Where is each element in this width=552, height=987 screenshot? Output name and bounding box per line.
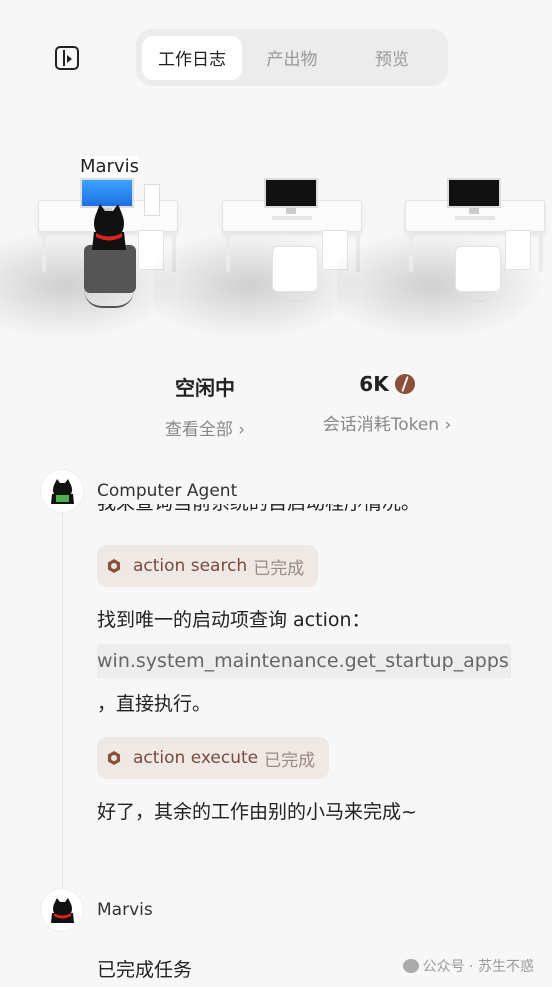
chevron-right-icon: › [238,420,246,440]
action-chip[interactable]: action search 已完成 [97,545,319,587]
action-hex-icon [107,751,121,765]
black-cat-laptop-icon [51,479,74,504]
timeline-line [62,505,63,905]
status-stat: 空闲中 查看全部 › [145,372,265,440]
tab-preview[interactable]: 预览 [342,36,442,80]
code-snippet: win.system_maintenance.get_startup_apps [97,644,511,678]
action-label: action search [133,556,248,576]
coffee-bean-icon [394,374,415,394]
stats-section: 空闲中 查看全部 › 6K 会话消耗Token › [0,372,552,442]
token-usage-link[interactable]: 会话消耗Token › [302,410,472,435]
chevron-right-icon: › [444,415,452,435]
message-text: 找到唯一的启动项查询 action： [97,609,371,631]
token-usage-label: 会话消耗Token [322,415,440,435]
tab-outputs[interactable]: 产出物 [242,36,342,80]
action-chip[interactable]: action execute 已完成 [97,737,330,779]
action-status: 已完成 [253,558,305,579]
avatar [40,888,84,932]
action-hex-icon [107,559,121,573]
monitor-icon [447,178,501,208]
status-value: 空闲中 [175,376,235,400]
action-status: 已完成 [264,750,316,771]
sender-name: Computer Agent [97,481,238,501]
message-text: 好了，其余的工作由别的小马来完成~ [97,801,417,823]
monitor-icon [264,178,318,208]
watermark: 公众号 · 苏生不惑 [402,956,534,976]
chair-icon [455,246,501,292]
black-cat-icon [51,898,74,923]
chair-icon [272,246,318,292]
chair-icon [84,245,136,293]
token-stat: 6K 会话消耗Token › [302,372,472,435]
message-text: ，直接执行。 [97,693,212,715]
sender-name: Marvis [97,900,153,920]
office-illustration: Marvis [0,140,552,360]
wechat-icon [402,959,419,973]
desk-empty [337,170,547,340]
sidebar-toggle-icon[interactable] [55,46,79,70]
avatar [40,469,84,513]
desk-occupied [0,170,180,340]
view-all-link[interactable]: 查看全部 › [145,415,265,440]
view-all-label: 查看全部 [164,420,233,440]
token-value: 6K [359,372,389,396]
action-label: action execute [133,748,259,768]
message-text: 我来查询当前系统的自启动程序情况。 [97,504,420,524]
agent-nameplate: Marvis [80,156,139,177]
message-text: 已完成任务 [97,959,193,981]
header: 工作日志 产出物 预览 [0,0,552,110]
watermark-text: 公众号 · 苏生不惑 [422,959,534,975]
black-cat-agent-icon [92,204,126,250]
tab-work-log[interactable]: 工作日志 [142,35,242,80]
tab-bar: 工作日志 产出物 预览 [136,29,448,86]
